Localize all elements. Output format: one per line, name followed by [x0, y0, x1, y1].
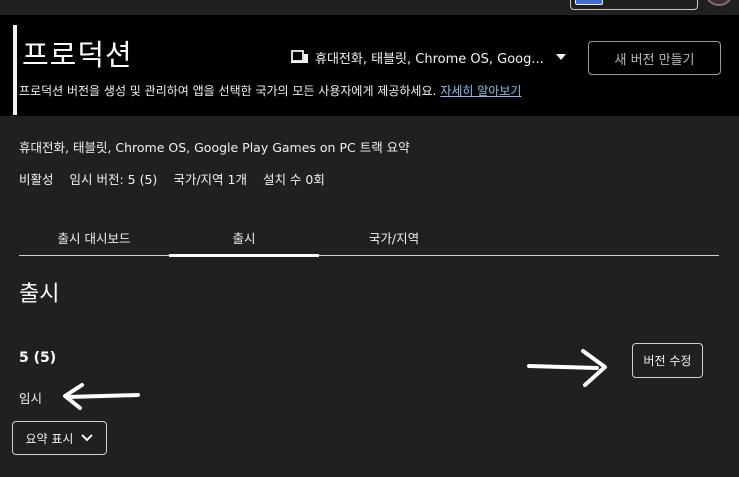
tab-releases[interactable]: 출시	[169, 220, 319, 257]
page-title: 프로덕션	[22, 38, 133, 72]
show-summary-button[interactable]: 요약 표시	[12, 421, 107, 455]
header-accent-bar	[13, 25, 17, 115]
release-name: 5 (5)	[19, 350, 57, 366]
section-title: 출시	[19, 282, 60, 307]
track-selector-label: 휴대전화, 태블릿, Chrome OS, Goog...	[315, 51, 544, 67]
release-status: 임시	[19, 391, 43, 406]
devices-icon	[291, 50, 308, 63]
tab-countries-regions[interactable]: 국가/지역	[319, 220, 469, 255]
learn-more-link[interactable]: 자세히 알아보기	[440, 84, 521, 98]
header-description-text: 프로덕션 버전을 생성 및 관리하여 앱을 선택한 국가의 모든 사용자에게 제…	[19, 84, 437, 98]
show-summary-label: 요약 표시	[25, 431, 74, 446]
tab-bar: 출시 대시보드 출시 국가/지역	[19, 220, 719, 257]
stat-status: 비활성	[19, 172, 54, 187]
annotation-arrow-left	[63, 383, 140, 410]
stat-countries: 국가/지역 1개	[173, 172, 247, 187]
header-description: 프로덕션 버전을 생성 및 관리하여 앱을 선택한 국가의 모든 사용자에게 제…	[19, 82, 521, 99]
annotation-arrow-right	[527, 349, 607, 387]
avatar[interactable]	[706, 0, 732, 6]
chevron-down-icon	[81, 434, 94, 442]
track-summary-title: 휴대전화, 태블릿, Chrome OS, Google Play Games …	[19, 140, 410, 155]
top-toolbar-button[interactable]	[570, 0, 698, 10]
edit-release-button[interactable]: 버전 수정	[632, 343, 703, 378]
track-stats: 비활성 임시 버전: 5 (5) 국가/지역 1개 설치 수 0회	[19, 169, 325, 188]
stat-installs: 설치 수 0회	[262, 172, 325, 187]
page-header: 프로덕션 휴대전화, 태블릿, Chrome OS, Goog... 새 버전 …	[0, 15, 739, 116]
create-new-version-button[interactable]: 새 버전 만들기	[588, 41, 721, 75]
track-selector-dropdown[interactable]: 휴대전화, 태블릿, Chrome OS, Goog...	[291, 45, 567, 69]
app-icon	[575, 0, 603, 5]
page: 프로덕션 휴대전화, 태블릿, Chrome OS, Goog... 새 버전 …	[0, 0, 739, 477]
tab-release-dashboard[interactable]: 출시 대시보드	[19, 220, 169, 255]
caret-down-icon	[555, 54, 566, 60]
stat-draft-version: 임시 버전: 5 (5)	[69, 172, 158, 187]
